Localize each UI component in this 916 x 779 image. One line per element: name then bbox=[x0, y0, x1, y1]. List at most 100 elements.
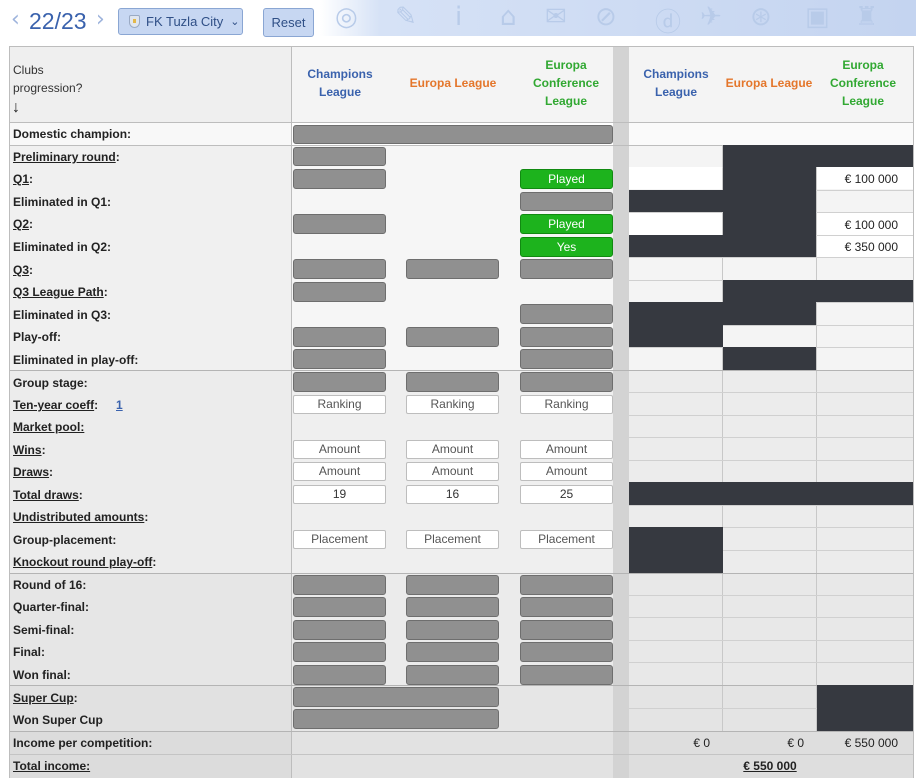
row-label-group-placement: Group-placement: bbox=[13, 533, 117, 547]
header-text: Conference bbox=[829, 76, 897, 90]
el-won-final-toggle[interactable] bbox=[406, 665, 499, 685]
row-label-q2: Q2: bbox=[13, 217, 33, 231]
cl-preliminary-toggle[interactable] bbox=[293, 147, 386, 166]
row-label-round-16: Round of 16: bbox=[13, 578, 87, 592]
ecl-final-toggle[interactable] bbox=[520, 642, 613, 662]
ecl-eliminated-q3-toggle[interactable] bbox=[520, 304, 613, 324]
cl-q1-toggle[interactable] bbox=[293, 169, 386, 189]
row-label-eliminated-play-off: Eliminated in play-off: bbox=[13, 353, 139, 367]
ecl-play-off-toggle[interactable] bbox=[520, 327, 613, 347]
cl-placement-input[interactable]: Placement bbox=[293, 530, 386, 549]
cl-total-draws-input[interactable]: 19 bbox=[293, 485, 386, 504]
q3-link[interactable]: Q3 bbox=[13, 263, 29, 277]
cl-final-toggle[interactable] bbox=[293, 642, 386, 662]
ecl-q1-toggle[interactable]: Played bbox=[520, 169, 613, 189]
ecl-eliminated-q2-toggle[interactable]: Yes bbox=[520, 237, 613, 257]
super-cup-link[interactable]: Super Cup bbox=[13, 691, 74, 705]
el-wins-input[interactable]: Amount bbox=[406, 440, 499, 459]
el-final-toggle[interactable] bbox=[406, 642, 499, 662]
q2-link[interactable]: Q2 bbox=[13, 217, 29, 231]
ecl-q2-toggle[interactable]: Played bbox=[520, 214, 613, 234]
cl-round-16-toggle[interactable] bbox=[293, 575, 386, 595]
super-cup-toggle[interactable] bbox=[293, 687, 499, 707]
cl-q2-toggle[interactable] bbox=[293, 214, 386, 234]
knockout-playoff-link[interactable]: Knockout round play-off bbox=[13, 555, 152, 569]
ecl-q2-income: € 100 000 bbox=[844, 218, 898, 232]
prev-season-icon[interactable]: ‹ bbox=[11, 7, 20, 32]
ecl-q3-toggle[interactable] bbox=[520, 259, 613, 279]
row-label-super-cup: Super Cup: bbox=[13, 691, 78, 705]
divider bbox=[629, 505, 913, 506]
ecl-eliminated-play-off-toggle[interactable] bbox=[520, 349, 613, 369]
ten-year-coeff-link[interactable]: Ten-year coeff bbox=[13, 398, 94, 412]
ecl-ranking-input[interactable]: Ranking bbox=[520, 395, 613, 414]
cl-ranking-input[interactable]: Ranking bbox=[293, 395, 386, 414]
won-super-cup-toggle[interactable] bbox=[293, 709, 499, 729]
header-europa-league: Europa League bbox=[409, 76, 497, 90]
divider bbox=[10, 370, 913, 371]
club-select[interactable]: FK Tuzla City ⌄ bbox=[118, 8, 243, 35]
clubs-progression-label: Clubs bbox=[13, 63, 44, 77]
ecl-group-stage-toggle[interactable] bbox=[520, 372, 613, 392]
header-conference-league-income: Europa Conference League bbox=[816, 56, 910, 110]
total-income-link[interactable]: Total income: bbox=[13, 759, 90, 773]
header-text: Europa bbox=[545, 58, 587, 72]
income-cell bbox=[629, 213, 722, 235]
ecl-total-draws-input[interactable]: 25 bbox=[520, 485, 613, 504]
row-label-eliminated-q3: Eliminated in Q3: bbox=[13, 308, 112, 322]
divider bbox=[629, 640, 913, 641]
cl-group-stage-toggle[interactable] bbox=[293, 372, 386, 392]
reset-button[interactable]: Reset bbox=[263, 8, 314, 37]
q3-league-path-link[interactable]: Q3 League Path bbox=[13, 285, 104, 299]
divider bbox=[629, 392, 913, 393]
ecl-won-final-toggle[interactable] bbox=[520, 665, 613, 685]
q1-link[interactable]: Q1 bbox=[13, 172, 29, 186]
cl-eliminated-play-off-toggle[interactable] bbox=[293, 349, 386, 369]
ecl-round-16-toggle[interactable] bbox=[520, 575, 613, 595]
el-placement-input[interactable]: Placement bbox=[406, 530, 499, 549]
cl-won-final-toggle[interactable] bbox=[293, 665, 386, 685]
domestic-champion-toggle[interactable] bbox=[293, 125, 613, 144]
cl-quarter-final-toggle[interactable] bbox=[293, 597, 386, 617]
cl-q3-league-path-toggle[interactable] bbox=[293, 282, 386, 302]
preliminary-round-link[interactable]: Preliminary round bbox=[13, 150, 116, 164]
cl-semi-final-toggle[interactable] bbox=[293, 620, 386, 640]
market-pool-link[interactable]: Market pool: bbox=[13, 420, 84, 434]
ecl-semi-final-toggle[interactable] bbox=[520, 620, 613, 640]
cl-draws-input[interactable]: Amount bbox=[293, 462, 386, 481]
header-text: Europa bbox=[842, 58, 884, 72]
divider bbox=[10, 754, 913, 755]
cl-wins-input[interactable]: Amount bbox=[293, 440, 386, 459]
next-season-icon[interactable]: › bbox=[96, 7, 105, 32]
ecl-wins-input[interactable]: Amount bbox=[520, 440, 613, 459]
ten-year-coeff-value-link[interactable]: 1 bbox=[116, 398, 123, 412]
divider bbox=[10, 731, 913, 732]
colon: : bbox=[29, 263, 34, 277]
ecl-eliminated-q1-toggle[interactable] bbox=[520, 192, 613, 211]
row-label-eliminated-q2: Eliminated in Q2: bbox=[13, 240, 112, 254]
cl-play-off-toggle[interactable] bbox=[293, 327, 386, 347]
el-q3-toggle[interactable] bbox=[406, 259, 499, 279]
watermark-icon: ⓓ bbox=[655, 8, 682, 38]
el-draws-input[interactable]: Amount bbox=[406, 462, 499, 481]
el-semi-final-toggle[interactable] bbox=[406, 620, 499, 640]
el-ranking-input[interactable]: Ranking bbox=[406, 395, 499, 414]
el-group-stage-toggle[interactable] bbox=[406, 372, 499, 392]
ecl-placement-input[interactable]: Placement bbox=[520, 530, 613, 549]
total-draws-link[interactable]: Total draws bbox=[13, 488, 79, 502]
undistributed-link[interactable]: Undistributed amounts bbox=[13, 510, 144, 524]
blocked-cell bbox=[629, 527, 723, 573]
el-round-16-toggle[interactable] bbox=[406, 575, 499, 595]
colon: : bbox=[152, 555, 157, 569]
el-total-draws-input[interactable]: 16 bbox=[406, 485, 499, 504]
colon: : bbox=[29, 172, 34, 186]
el-quarter-final-toggle[interactable] bbox=[406, 597, 499, 617]
ecl-draws-input[interactable]: Amount bbox=[520, 462, 613, 481]
total-income-value: € 550 000 bbox=[743, 759, 797, 773]
row-label-draws: Draws: bbox=[13, 465, 53, 479]
draws-link[interactable]: Draws bbox=[13, 465, 49, 479]
el-play-off-toggle[interactable] bbox=[406, 327, 499, 347]
cl-q3-toggle[interactable] bbox=[293, 259, 386, 279]
wins-link[interactable]: Wins bbox=[13, 443, 42, 457]
ecl-quarter-final-toggle[interactable] bbox=[520, 597, 613, 617]
